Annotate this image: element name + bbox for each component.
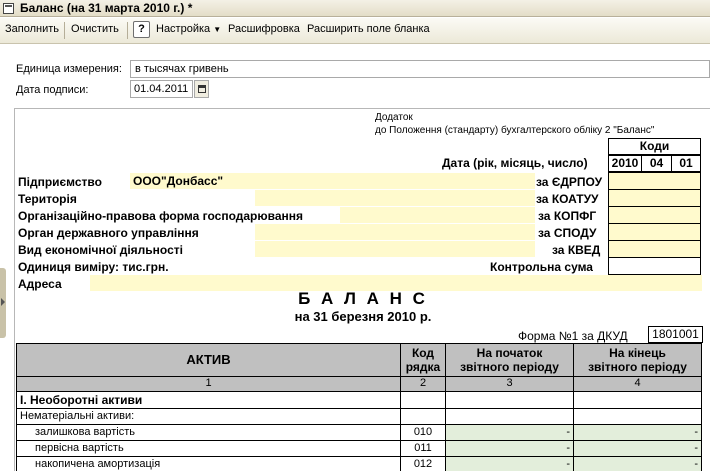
calendar-button[interactable] — [194, 80, 209, 98]
territory-label: Територія — [18, 192, 77, 206]
expand-form-button[interactable]: Расширить поле бланка — [307, 23, 430, 35]
column-number: 4 — [574, 377, 702, 392]
toolbar-separator — [127, 22, 128, 39]
gov-body-field[interactable] — [255, 224, 535, 240]
activity-field[interactable] — [255, 241, 535, 257]
arrow-right-icon — [1, 298, 5, 306]
calendar-icon — [198, 85, 206, 93]
addendum-line2: до Положення (стандарту) бухгалтерского … — [375, 125, 655, 136]
side-panel-toggle[interactable] — [0, 268, 6, 338]
koatuu-label: за КОАТУУ — [536, 192, 599, 206]
form-code-field: 1801001 — [648, 326, 703, 343]
dropdown-arrow-icon: ▼ — [213, 25, 222, 34]
spodu-code-field[interactable] — [608, 223, 701, 241]
balance-table: АКТИВ Код рядка На початок звітного пері… — [16, 343, 702, 471]
title-bar: Баланс (на 31 марта 2010 г.) * — [0, 0, 710, 17]
gov-body-label: Орган державного управління — [18, 226, 199, 240]
codes-header: Коди — [608, 138, 701, 155]
row-code: 012 — [401, 457, 446, 471]
kopfg-code-field[interactable] — [608, 206, 701, 224]
row-start-value — [446, 409, 574, 425]
checksum-field[interactable] — [608, 257, 701, 275]
section-heading: I. Необоротні активи — [17, 392, 401, 409]
signature-date-field[interactable]: 01.04.2011 — [130, 80, 193, 98]
row-label: залишкова вартість — [17, 425, 401, 441]
document-icon — [3, 3, 14, 14]
row-end-value[interactable]: - — [574, 441, 702, 457]
unit-field[interactable]: в тысячах гривень — [130, 60, 710, 78]
day-field[interactable]: 01 — [671, 155, 701, 172]
table-cell — [446, 392, 574, 409]
spodu-label: за СПОДУ — [538, 226, 597, 240]
kved-code-field[interactable] — [608, 240, 701, 258]
decode-button[interactable]: Расшифровка — [228, 23, 300, 35]
koatuu-code-field[interactable] — [608, 189, 701, 207]
window-title: Баланс (на 31 марта 2010 г.) * — [20, 1, 193, 15]
code-column-header: Код рядка — [401, 344, 446, 377]
report-date-label: Дата (рік, місяць, число) — [442, 156, 588, 170]
org-form-label: Організаційно-правова форма господарюван… — [18, 209, 304, 223]
end-header-line1: На кінець — [609, 346, 666, 360]
column-number: 3 — [446, 377, 574, 392]
month-field[interactable]: 04 — [641, 155, 672, 172]
end-period-column-header: На кінець звітного періоду — [574, 344, 702, 377]
form-dkud-label: Форма №1 за ДКУД — [518, 329, 628, 343]
enterprise-label: Підприємство — [18, 175, 102, 189]
clear-button[interactable]: Очистить — [71, 23, 119, 35]
checksum-label: Контрольна сума — [490, 260, 593, 274]
start-header-line2: звітного періоду — [460, 360, 559, 374]
row-code — [401, 409, 446, 425]
code-header-line2: рядка — [405, 360, 441, 374]
kopfg-label: за КОПФГ — [538, 209, 597, 223]
end-header-line2: звітного періоду — [588, 360, 687, 374]
date-label: Дата подписи: — [16, 84, 89, 96]
activity-label: Вид економічної діяльності — [18, 243, 183, 257]
table-cell — [574, 392, 702, 409]
territory-field[interactable] — [255, 190, 535, 206]
toolbar-separator — [64, 22, 65, 39]
row-code: 011 — [401, 441, 446, 457]
help-button[interactable]: ? — [133, 21, 150, 38]
edrpou-label: за ЄДРПОУ — [536, 175, 603, 189]
row-end-value[interactable]: - — [574, 457, 702, 471]
balance-subtitle: на 31 березня 2010 р. — [294, 309, 432, 324]
edrpou-code-field[interactable] — [608, 172, 701, 190]
enterprise-field[interactable]: ООО"Донбасс" — [130, 173, 535, 189]
start-header-line1: На початок — [476, 346, 543, 360]
unit-of-measure-label: Одиниця виміру: тис.грн. — [18, 260, 169, 274]
row-label: Нематеріальні активи: — [17, 409, 401, 425]
row-code: 010 — [401, 425, 446, 441]
asset-column-header: АКТИВ — [17, 344, 401, 377]
table-cell — [401, 392, 446, 409]
settings-menu-button[interactable]: Настройка ▼ — [156, 23, 221, 35]
unit-label: Единица измерения: — [16, 63, 122, 75]
row-start-value[interactable]: - — [446, 457, 574, 471]
row-label: накопичена амортизація — [17, 457, 401, 471]
org-form-field[interactable] — [340, 207, 535, 223]
row-start-value[interactable]: - — [446, 425, 574, 441]
fill-button[interactable]: Заполнить — [5, 23, 59, 35]
row-end-value[interactable]: - — [574, 425, 702, 441]
settings-label: Настройка — [156, 23, 211, 35]
toolbar: Заполнить Очистить ? Настройка ▼ Расшифр… — [0, 18, 710, 44]
row-end-value — [574, 409, 702, 425]
addendum-line1: Додаток — [375, 112, 413, 123]
kved-label: за КВЕД — [552, 243, 601, 257]
column-number: 2 — [401, 377, 446, 392]
start-period-column-header: На початок звітного періоду — [446, 344, 574, 377]
column-number: 1 — [17, 377, 401, 392]
year-field[interactable]: 2010 — [608, 155, 642, 172]
balance-title: Б А Л А Н С — [298, 289, 428, 308]
code-header-line1: Код — [411, 346, 435, 360]
row-label: первісна вартість — [17, 441, 401, 457]
row-start-value[interactable]: - — [446, 441, 574, 457]
balance-form: Додаток до Положення (стандарту) бухгалт… — [14, 108, 710, 471]
